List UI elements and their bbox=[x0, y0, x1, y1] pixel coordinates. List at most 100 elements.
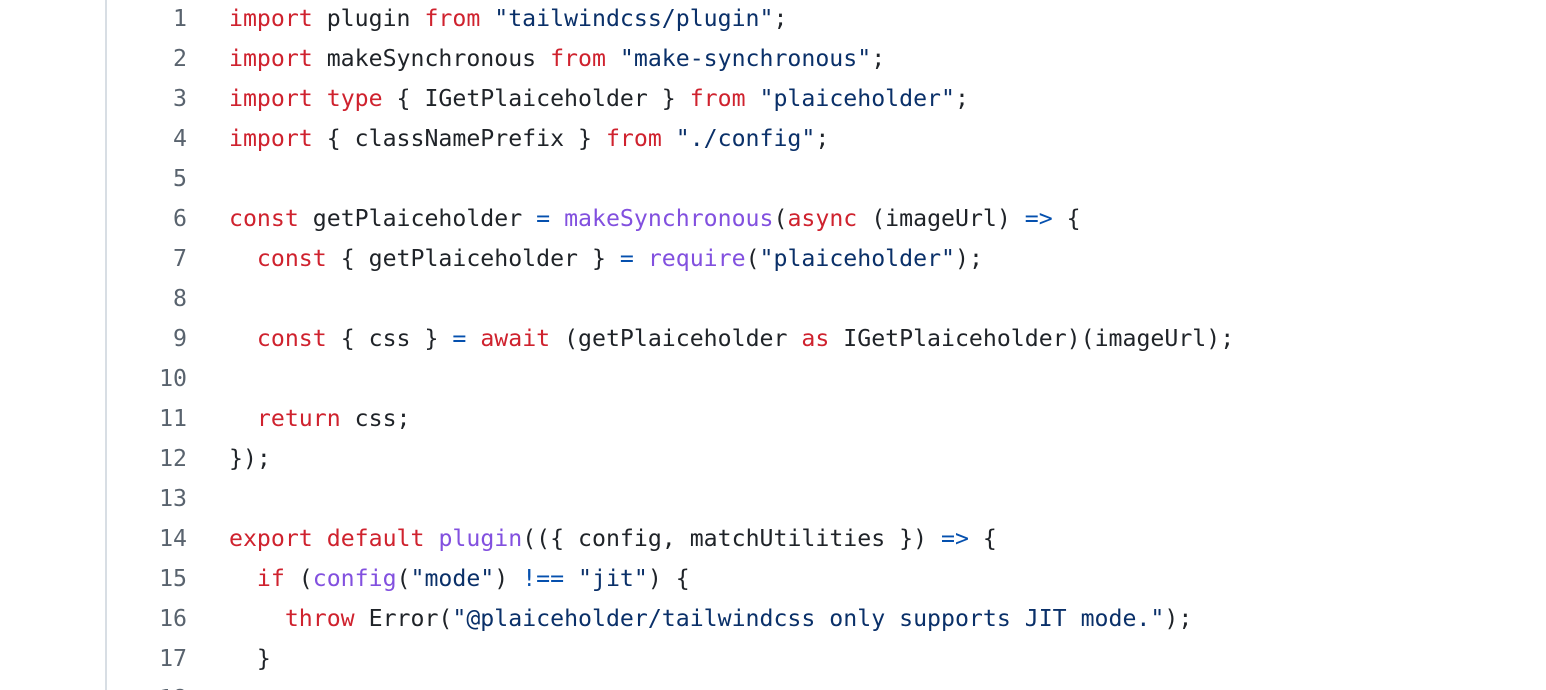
code-line: 5 bbox=[107, 158, 1546, 198]
code-token: from bbox=[689, 84, 746, 112]
code-token: getPlaiceholder bbox=[298, 204, 537, 232]
line-code: const getPlaiceholder = makeSynchronous(… bbox=[229, 205, 1546, 232]
code-token: { css } bbox=[326, 324, 453, 352]
line-number[interactable]: 9 bbox=[107, 325, 187, 352]
line-code: import type { IGetPlaiceholder } from "p… bbox=[229, 85, 1546, 112]
code-token: (({ config, matchUtilities }) bbox=[522, 524, 942, 552]
code-token: { IGetPlaiceholder } bbox=[382, 84, 690, 112]
line-code: if (config("mode") !== "jit") { bbox=[229, 565, 1546, 592]
code-token: ( bbox=[745, 244, 760, 272]
code-token: import bbox=[229, 84, 313, 112]
code-token: import bbox=[229, 44, 313, 72]
line-number[interactable]: 11 bbox=[107, 405, 187, 432]
line-number[interactable]: 7 bbox=[107, 245, 187, 272]
code-token: require bbox=[647, 244, 746, 272]
code-line: 1 import plugin from "tailwindcss/plugin"… bbox=[107, 0, 1546, 38]
code-token: ; bbox=[954, 84, 969, 112]
line-code: return css; bbox=[229, 405, 1546, 432]
code-token: ( bbox=[773, 204, 788, 232]
line-number[interactable]: 1 bbox=[107, 5, 187, 32]
code-token: ); bbox=[1164, 604, 1193, 632]
line-code: throw Error("@plaiceholder/tailwindcss o… bbox=[229, 605, 1546, 632]
line-number[interactable]: 2 bbox=[107, 45, 187, 72]
code-token: from bbox=[605, 124, 662, 152]
code-token: = bbox=[536, 204, 551, 232]
code-token: !== bbox=[522, 564, 565, 592]
line-number[interactable]: 10 bbox=[107, 365, 187, 392]
code-line: 6 const getPlaiceholder = makeSynchronous… bbox=[107, 198, 1546, 238]
code-token: "plaiceholder" bbox=[759, 244, 955, 272]
line-code: } bbox=[229, 645, 1546, 672]
code-token: ) bbox=[494, 564, 523, 592]
code-token: await bbox=[480, 324, 551, 352]
code-token: { bbox=[1052, 204, 1081, 232]
code-token: type bbox=[326, 84, 383, 112]
line-code: }); bbox=[229, 445, 1546, 472]
code-token: const bbox=[256, 324, 327, 352]
line-number[interactable]: 16 bbox=[107, 605, 187, 632]
code-token: const bbox=[256, 244, 327, 272]
code-line: 4 import { classNamePrefix } from "./conf… bbox=[107, 118, 1546, 158]
line-code: const { css } = await (getPlaiceholder a… bbox=[229, 325, 1546, 352]
code-token: config bbox=[312, 564, 397, 592]
code-token: = bbox=[619, 244, 634, 272]
line-number[interactable]: 3 bbox=[107, 85, 187, 112]
code-line: 3 import type { IGetPlaiceholder } from "… bbox=[107, 78, 1546, 118]
code-token: import bbox=[229, 4, 313, 32]
code-line: 18 bbox=[107, 678, 1546, 690]
code-token: "./config" bbox=[675, 124, 816, 152]
code-token: "jit" bbox=[578, 564, 648, 592]
code-line: 10 bbox=[107, 358, 1546, 398]
code-token: }); bbox=[229, 444, 271, 472]
code-line: 12}); bbox=[107, 438, 1546, 478]
code-token: ; bbox=[871, 44, 886, 72]
line-number[interactable]: 6 bbox=[107, 205, 187, 232]
line-number[interactable]: 4 bbox=[107, 125, 187, 152]
code-line: 8 bbox=[107, 278, 1546, 318]
code-token: css; bbox=[340, 404, 411, 432]
line-code: import { classNamePrefix } from "./confi… bbox=[229, 125, 1546, 152]
code-token: "@plaiceholder/tailwindcss only supports… bbox=[452, 604, 1165, 632]
line-number[interactable]: 5 bbox=[107, 165, 187, 192]
code-token: plugin bbox=[312, 4, 425, 32]
line-number[interactable]: 15 bbox=[107, 565, 187, 592]
code-token: ) { bbox=[647, 564, 690, 592]
code-token: ; bbox=[773, 4, 788, 32]
code-token: ( bbox=[396, 564, 411, 592]
code-token: => bbox=[941, 524, 969, 552]
code-token: (getPlaiceholder bbox=[550, 324, 802, 352]
code-token: makeSynchronous bbox=[564, 204, 774, 232]
code-token: from bbox=[550, 44, 606, 72]
code-token: const bbox=[229, 204, 299, 232]
code-token: "plaiceholder" bbox=[759, 84, 955, 112]
line-number[interactable]: 17 bbox=[107, 645, 187, 672]
line-number[interactable]: 12 bbox=[107, 445, 187, 472]
line-number[interactable]: 8 bbox=[107, 285, 187, 312]
code-token: return bbox=[256, 404, 341, 432]
line-number[interactable]: 13 bbox=[107, 485, 187, 512]
code-table: 1 import plugin from "tailwindcss/plugin"… bbox=[107, 0, 1546, 690]
line-number[interactable]: 14 bbox=[107, 525, 187, 552]
code-token: "make-synchronous" bbox=[619, 44, 872, 72]
line-code: import plugin from "tailwindcss/plugin"; bbox=[229, 5, 1546, 32]
code-line: 17 } bbox=[107, 638, 1546, 678]
code-line: 7 const { getPlaiceholder } = require("p… bbox=[107, 238, 1546, 278]
code-line: 15 if (config("mode") !== "jit") { bbox=[107, 558, 1546, 598]
line-number[interactable]: 18 bbox=[107, 685, 187, 690]
code-token: ); bbox=[955, 244, 983, 272]
code-line: 11 return css; bbox=[107, 398, 1546, 438]
code-token: throw bbox=[284, 604, 355, 632]
code-token: async bbox=[787, 204, 858, 232]
code-token: } bbox=[229, 644, 271, 672]
line-code: const { getPlaiceholder } = require("pla… bbox=[229, 245, 1546, 272]
code-token: "tailwindcss/plugin" bbox=[494, 4, 774, 32]
line-code: import makeSynchronous from "make-synchr… bbox=[229, 45, 1546, 72]
